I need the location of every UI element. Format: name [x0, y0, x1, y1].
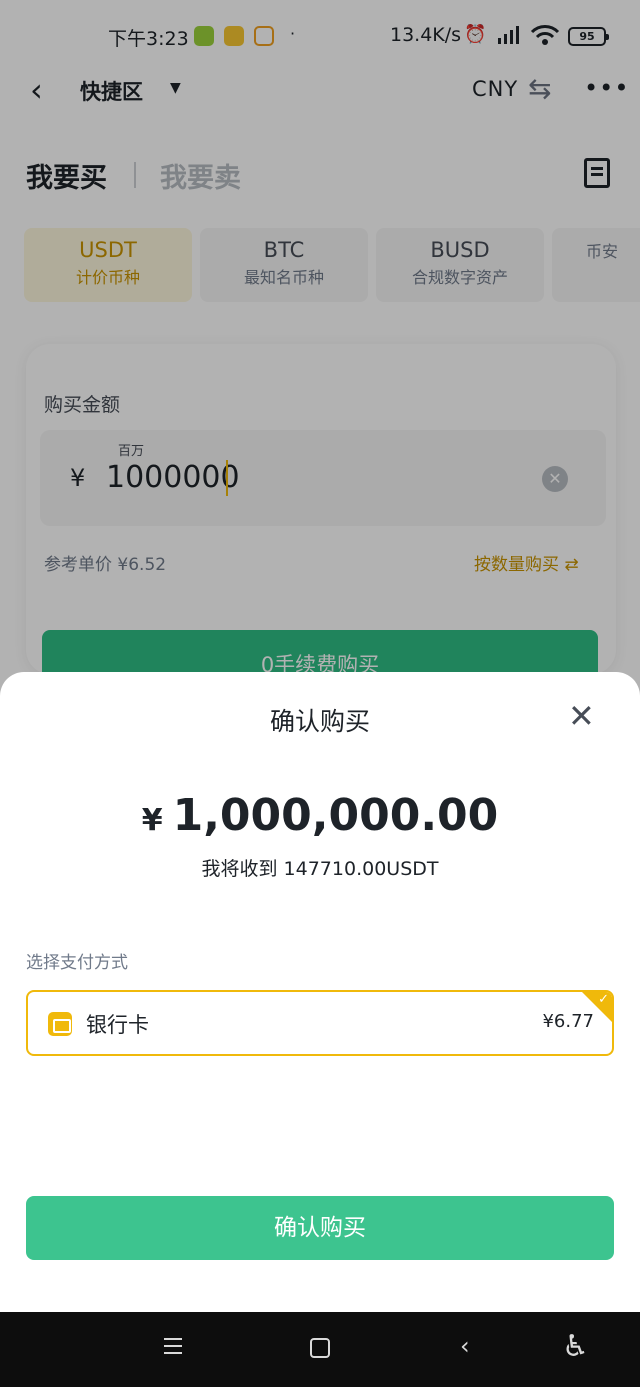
home-icon[interactable]	[310, 1338, 330, 1358]
bank-card-icon	[48, 1012, 72, 1036]
system-nav-bar: ‹ ♿	[0, 1312, 640, 1387]
sheet-title: 确认购买	[269, 707, 370, 736]
confirm-purchase-sheet: 确认购买 ✕ ¥1,000,000.00 我将收到 147710.00USDT …	[0, 672, 640, 1312]
total-value: 1,000,000.00	[172, 790, 499, 841]
total-currency-symbol: ¥	[141, 803, 163, 838]
system-back-icon[interactable]: ‹	[460, 1332, 470, 1360]
receive-amount: 我将收到 147710.00USDT	[201, 858, 439, 880]
close-icon[interactable]: ✕	[568, 698, 595, 734]
recent-apps-icon[interactable]	[164, 1338, 182, 1354]
confirm-purchase-button[interactable]: 确认购买	[26, 1196, 614, 1260]
payment-method-label: 选择支付方式	[26, 953, 128, 973]
payment-option-bank-card[interactable]: 银行卡 ¥6.77 ✓	[26, 990, 614, 1056]
total-amount: ¥1,000,000.00	[0, 790, 640, 841]
accessibility-icon[interactable]: ♿	[562, 1330, 589, 1364]
payment-method-name: 银行卡	[86, 1013, 149, 1037]
checkmark-icon: ✓	[598, 992, 609, 1007]
